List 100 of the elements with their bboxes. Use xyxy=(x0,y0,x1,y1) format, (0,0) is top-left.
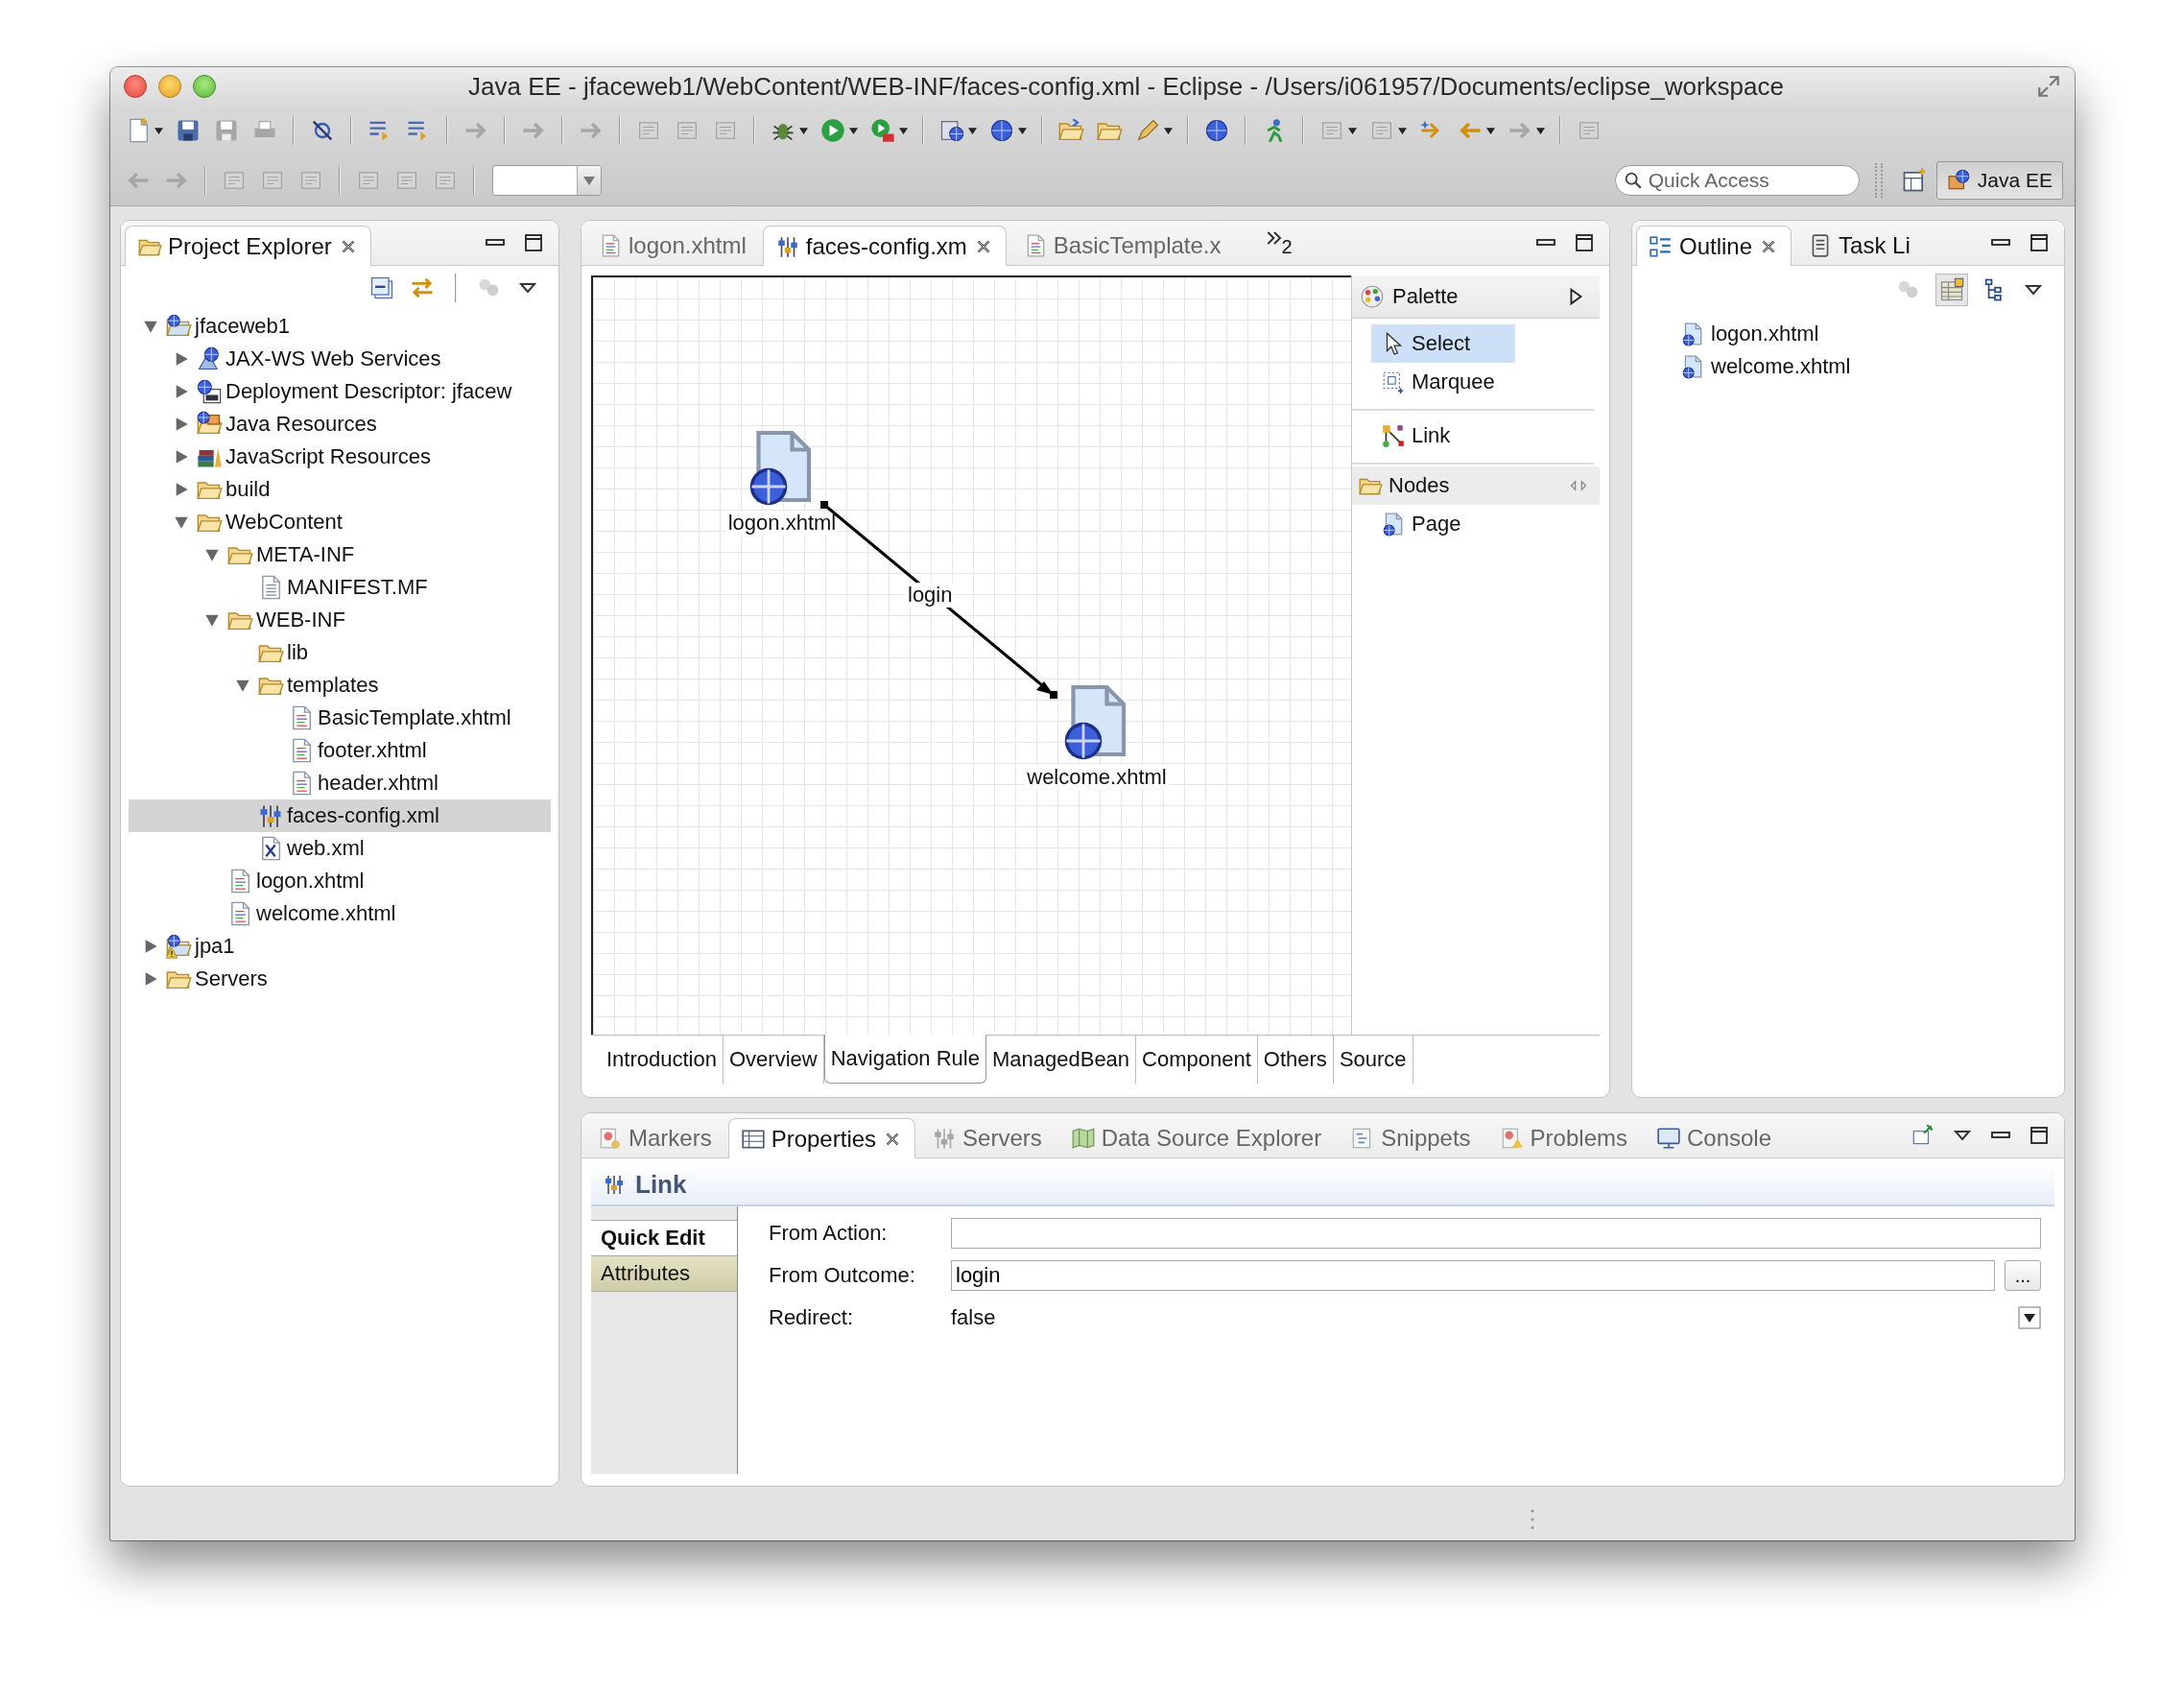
page-tab[interactable]: Introduction xyxy=(601,1036,724,1084)
tree-item[interactable]: footer.xhtml xyxy=(129,734,551,767)
view-tab[interactable]: Console xyxy=(1644,1118,1785,1157)
tree-toggle[interactable] xyxy=(174,384,189,399)
dropdown-arrow-icon[interactable] xyxy=(1486,127,1495,134)
quick-access-field[interactable]: Quick Access xyxy=(1614,165,1860,196)
tree-toggle[interactable] xyxy=(174,449,189,465)
dropdown-arrow-icon[interactable] xyxy=(1536,127,1545,134)
tree-item[interactable]: JavaScript Resources xyxy=(129,441,551,473)
tree-item[interactable]: web.xml xyxy=(129,832,551,865)
perspective-button[interactable]: Java EE xyxy=(1935,161,2063,200)
tree-item[interactable]: jfaceweb1 xyxy=(129,310,551,343)
tree-item[interactable]: header.xhtml xyxy=(129,767,551,799)
outline-item[interactable]: welcome.xhtml xyxy=(1680,350,2064,383)
tree-toggle[interactable] xyxy=(143,939,158,954)
editor-tab[interactable]: BasicTemplate.x xyxy=(1009,226,1234,265)
palette-tool[interactable]: Link xyxy=(1371,417,1515,455)
minimize-button[interactable] xyxy=(158,75,181,98)
globe-icon[interactable] xyxy=(988,117,1015,144)
dropdown-arrow-icon[interactable] xyxy=(1018,127,1027,134)
node-label: welcome.xhtml xyxy=(1025,765,1169,790)
page-tab[interactable]: Component xyxy=(1136,1036,1258,1084)
browse-button[interactable]: ... xyxy=(2005,1260,2041,1291)
maximize-icon[interactable] xyxy=(2028,1124,2051,1147)
tab-overflow-button[interactable]: 2 xyxy=(1266,230,1293,265)
tree-item[interactable]: Deployment Descriptor: jfacew xyxy=(129,375,551,408)
tree-toggle[interactable] xyxy=(143,971,158,987)
dropdown-arrow-icon[interactable] xyxy=(1164,127,1173,134)
view-tab[interactable]: Markers xyxy=(585,1118,724,1157)
palette-tool[interactable]: Marquee xyxy=(1371,363,1515,401)
tree-item[interactable]: WebContent xyxy=(129,506,551,538)
dropdown-arrow-icon[interactable] xyxy=(899,127,908,134)
editor-tab[interactable]: faces-config.xm xyxy=(762,226,1007,266)
combo-box[interactable] xyxy=(492,165,602,196)
page-tab[interactable]: Others xyxy=(1257,1036,1334,1084)
view-tab[interactable]: Outline xyxy=(1636,226,1792,266)
text-field[interactable]: login xyxy=(951,1260,1995,1291)
editor-tab[interactable]: logon.xhtml xyxy=(585,226,759,265)
tree-item[interactable]: lib xyxy=(129,636,551,669)
tree-item[interactable]: welcome.xhtml xyxy=(129,897,551,930)
tree-toggle[interactable] xyxy=(235,678,250,693)
maximize-icon[interactable] xyxy=(1573,231,1596,254)
dropdown-arrow-icon[interactable] xyxy=(968,127,977,134)
view-tab[interactable]: Snippets xyxy=(1338,1118,1484,1157)
tree-item[interactable]: logon.xhtml xyxy=(129,865,551,897)
tree-item[interactable]: MANIFEST.MF xyxy=(129,571,551,604)
palette-tool[interactable]: Page xyxy=(1371,505,1515,543)
fullscreen-icon[interactable] xyxy=(2036,74,2061,99)
side-tab[interactable]: Attributes xyxy=(591,1256,737,1292)
tree-toggle[interactable] xyxy=(174,351,189,367)
page-tab[interactable]: ManagedBean xyxy=(985,1036,1137,1084)
tree-item[interactable]: JAX-WS Web Services xyxy=(129,343,551,375)
page-tab[interactable]: Source xyxy=(1333,1036,1413,1084)
close-button[interactable] xyxy=(124,75,147,98)
tree-toggle[interactable] xyxy=(174,417,189,432)
side-tab[interactable]: Quick Edit xyxy=(591,1221,737,1256)
collapse-all-icon[interactable] xyxy=(368,274,395,301)
dropdown-arrow-icon[interactable] xyxy=(799,127,808,134)
tree-item[interactable]: build xyxy=(129,473,551,506)
text-field[interactable] xyxy=(951,1218,2041,1249)
page-tab[interactable]: Overview xyxy=(723,1036,824,1084)
outline-item[interactable]: logon.xhtml xyxy=(1680,318,2064,350)
globe-icon[interactable] xyxy=(1203,117,1230,144)
tree-toggle[interactable] xyxy=(204,547,220,562)
run-external-icon[interactable] xyxy=(869,117,896,144)
view-tab[interactable]: Data Source Explorer xyxy=(1057,1118,1335,1157)
tree-item[interactable]: Java Resources xyxy=(129,408,551,441)
dropdown-icon[interactable] xyxy=(2018,1306,2041,1329)
link-label: login xyxy=(906,583,955,608)
tree-item[interactable]: jpa1 xyxy=(129,930,551,963)
view-tab[interactable]: Project Explorer xyxy=(125,226,371,266)
tree-toggle[interactable] xyxy=(204,612,220,628)
tree-item[interactable]: faces-config.xml xyxy=(129,799,551,832)
tree-item[interactable]: BasicTemplate.xhtml xyxy=(129,702,551,734)
dropdown-arrow-icon[interactable] xyxy=(154,127,163,134)
view-tab[interactable]: Problems xyxy=(1486,1118,1640,1157)
palette-drawer[interactable]: Nodes xyxy=(1352,466,1600,505)
tree-toggle[interactable] xyxy=(174,514,189,530)
tree-item[interactable]: WEB-INF xyxy=(129,604,551,636)
tree-item[interactable]: templates xyxy=(129,669,551,702)
dropdown-arrow-icon[interactable] xyxy=(849,127,858,134)
tree-toggle[interactable] xyxy=(174,482,189,497)
tree-item[interactable]: Servers xyxy=(129,963,551,995)
maximize-icon[interactable] xyxy=(2028,231,2051,254)
select-value[interactable]: false xyxy=(951,1305,2008,1330)
table-view-button[interactable] xyxy=(1935,274,1968,306)
field-label: From Action: xyxy=(769,1221,889,1246)
page-tab[interactable]: Navigation Rule xyxy=(823,1035,986,1084)
view-tab[interactable]: Properties xyxy=(727,1118,916,1158)
toolbar-grip[interactable] xyxy=(1874,163,1883,198)
view-tab[interactable]: Servers xyxy=(919,1118,1055,1157)
maximize-icon[interactable] xyxy=(522,231,545,254)
tree-toggle[interactable] xyxy=(143,319,158,334)
node-label: logon.xhtml xyxy=(725,511,839,536)
palette-tool[interactable]: Select xyxy=(1371,324,1515,363)
view-tab[interactable]: Task Li xyxy=(1795,226,1923,265)
dropdown-arrow-icon[interactable] xyxy=(1398,127,1407,134)
zoom-button[interactable] xyxy=(193,75,216,98)
dropdown-arrow-icon[interactable] xyxy=(1348,127,1357,134)
tree-item[interactable]: META-INF xyxy=(129,538,551,571)
